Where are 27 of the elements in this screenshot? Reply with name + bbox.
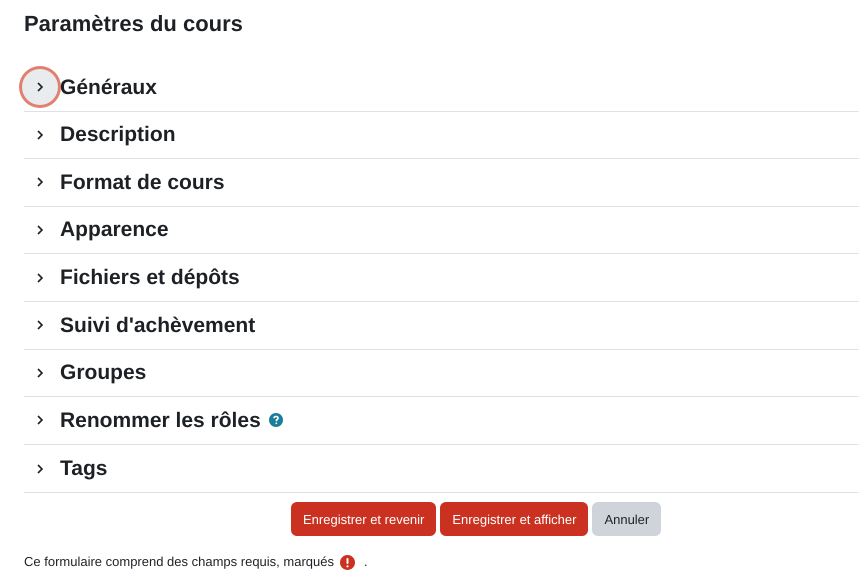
section-heading[interactable]: Renommer les rôles — [60, 404, 261, 436]
section-heading[interactable]: Groupes — [60, 357, 146, 389]
chevron-icon — [35, 366, 45, 379]
section-heading[interactable]: Suivi d'achèvement — [60, 310, 256, 342]
section-heading[interactable]: Fichiers et dépôts — [60, 262, 240, 294]
chevron-icon — [35, 81, 45, 94]
help-icon[interactable] — [268, 413, 283, 428]
section-heading[interactable]: Description — [60, 119, 176, 151]
section-heading[interactable]: Généraux — [60, 72, 157, 104]
form-button[interactable]: Annuler — [592, 502, 662, 536]
chevron-icon — [35, 462, 45, 475]
chevron-icon — [35, 128, 45, 141]
section-heading[interactable]: Format de cours — [60, 166, 225, 198]
form-button[interactable]: Enregistrer et revenir — [291, 502, 436, 536]
section-heading[interactable]: Tags — [60, 452, 108, 484]
required-note: Ce formulaire comprend des champs requis, marqués — [24, 553, 334, 572]
section-heading[interactable]: Apparence — [60, 214, 169, 246]
form-button[interactable]: Enregistrer et afficher — [440, 502, 588, 536]
chevron-icon — [35, 414, 45, 426]
chevron-icon — [35, 319, 45, 332]
note-period: . — [364, 553, 368, 572]
chevron-icon — [35, 272, 45, 284]
chevron-icon — [35, 224, 45, 236]
expand-toggle[interactable] — [22, 69, 58, 106]
page-title: Paramètres du cours — [24, 10, 244, 38]
chevron-icon — [35, 176, 45, 188]
required-icon — [340, 554, 355, 570]
